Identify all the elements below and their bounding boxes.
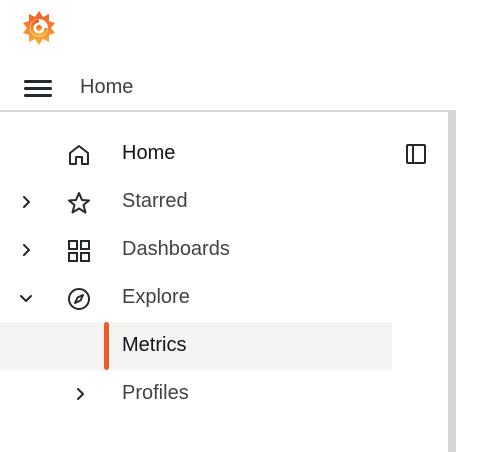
nav-item-profiles[interactable]: Profiles [0, 370, 392, 418]
chevron-right-icon[interactable] [16, 240, 36, 260]
apps-grid-icon [66, 238, 92, 264]
nav-item-label: Explore [122, 286, 190, 308]
navigation-menu: Home Starred Dashboards Explore Metrics … [0, 110, 456, 452]
chevron-right-icon[interactable] [70, 384, 90, 404]
hamburger-menu-icon[interactable] [22, 76, 54, 100]
chevron-right-icon[interactable] [16, 192, 36, 212]
nav-item-label: Starred [122, 190, 188, 212]
nav-item-label: Dashboards [122, 238, 230, 260]
star-icon [66, 190, 92, 216]
nav-item-label: Metrics [122, 334, 187, 356]
breadcrumb-home[interactable]: Home [80, 76, 133, 99]
nav-item-explore[interactable]: Explore [0, 274, 392, 322]
nav-item-label: Profiles [122, 382, 189, 404]
chevron-down-icon[interactable] [16, 288, 36, 308]
nav-item-starred[interactable]: Starred [0, 178, 392, 226]
active-indicator [104, 322, 109, 370]
nav-item-home[interactable]: Home [0, 130, 392, 178]
nav-item-metrics[interactable]: Metrics [0, 322, 392, 370]
menu-scrollbar[interactable] [448, 112, 456, 452]
home-icon [66, 142, 92, 168]
top-bar: Home [0, 66, 484, 110]
dock-menu-icon[interactable] [404, 142, 428, 166]
compass-icon [66, 286, 92, 312]
nav-item-dashboards[interactable]: Dashboards [0, 226, 392, 274]
grafana-logo-icon[interactable] [21, 10, 57, 46]
nav-item-label: Home [122, 142, 176, 164]
